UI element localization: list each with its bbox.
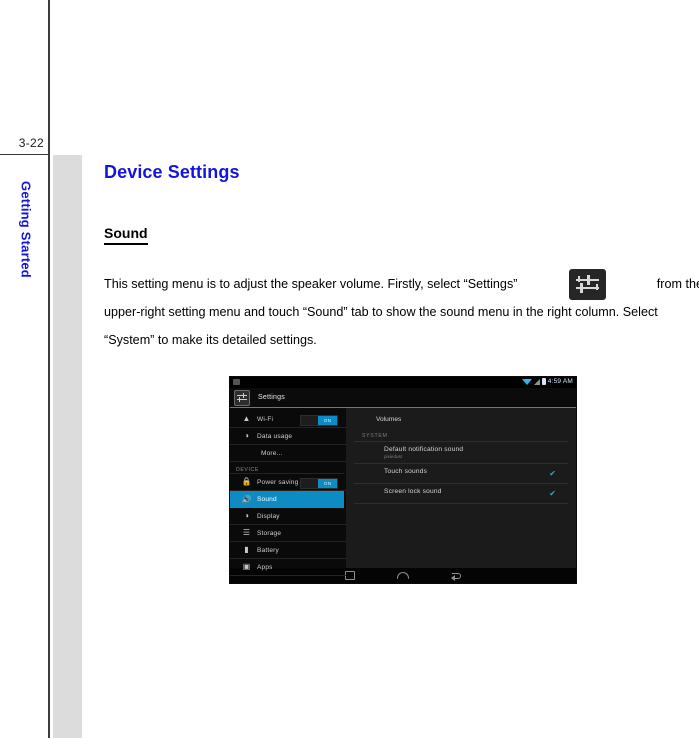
- settings-sidebar: ▲ Wi-Fi ON ◑ Data usage More... DEVICE 🔒…: [230, 408, 346, 576]
- page-horizontal-rule: [0, 154, 50, 155]
- storage-icon: ☰: [242, 528, 251, 537]
- chapter-tab-label: Getting Started: [18, 181, 34, 278]
- sidebar-item-label: Sound: [257, 496, 277, 503]
- screenshot-icon: [233, 379, 240, 385]
- wifi-toggle[interactable]: ON: [300, 415, 338, 426]
- data-usage-icon: ◑: [244, 431, 249, 440]
- page-number: 3-22: [18, 136, 44, 150]
- settings-app-title: Settings: [258, 394, 285, 401]
- status-bar-indicators: 4:59 AM: [521, 378, 573, 385]
- paragraph-text-b: from the: [656, 277, 699, 291]
- power-saving-toggle[interactable]: ON: [300, 478, 338, 489]
- power-saving-toggle-state: ON: [318, 479, 337, 488]
- page-vertical-rule: [48, 0, 50, 738]
- chapter-side-strip: [53, 155, 82, 738]
- body-paragraph-line3: “System” to make its detailed settings.: [104, 333, 317, 347]
- settings-sliders-icon: [568, 269, 606, 300]
- sound-settings-pane: Volumes SYSTEM Default notification soun…: [346, 408, 576, 568]
- screen-lock-sound-checkbox[interactable]: ✔: [549, 489, 556, 498]
- list-item-touch-sounds[interactable]: Touch sounds ✔: [354, 464, 568, 484]
- tablet-screenshot: 4:59 AM Settings ▲ Wi-Fi ON ◑ Data usage: [229, 376, 577, 584]
- settings-body: ▲ Wi-Fi ON ◑ Data usage More... DEVICE 🔒…: [230, 408, 576, 576]
- apps-icon: ▣: [242, 562, 251, 571]
- home-icon[interactable]: [397, 572, 409, 579]
- sidebar-item-data-usage[interactable]: ◑ Data usage: [230, 428, 346, 445]
- list-item-title: Screen lock sound: [384, 488, 442, 495]
- list-item-screen-lock-sound[interactable]: Screen lock sound ✔: [354, 484, 568, 504]
- list-item-subtitle: pixiedust: [384, 454, 403, 459]
- sidebar-item-label: Display: [257, 512, 280, 520]
- sidebar-item-label: Apps: [257, 563, 273, 571]
- sidebar-item-label: More...: [261, 449, 283, 457]
- sidebar-item-more[interactable]: More...: [230, 445, 346, 462]
- status-bar-clock: 4:59 AM: [547, 378, 573, 385]
- battery-icon: ▮: [244, 545, 249, 554]
- wifi-icon: [521, 378, 532, 385]
- touch-sounds-checkbox[interactable]: ✔: [549, 469, 556, 478]
- sound-icon: 🔊: [241, 494, 252, 504]
- sidebar-item-power-saving[interactable]: 🔒 Power saving ON: [230, 474, 346, 491]
- recents-icon[interactable]: [345, 571, 355, 580]
- android-status-bar: 4:59 AM: [230, 377, 576, 388]
- sidebar-item-display[interactable]: ◑ Display: [230, 508, 346, 525]
- display-icon: ◑: [244, 511, 249, 520]
- system-group-header: SYSTEM: [354, 430, 568, 442]
- wifi-icon: ▲: [242, 414, 251, 423]
- sidebar-item-wifi[interactable]: ▲ Wi-Fi ON: [230, 411, 346, 428]
- list-item-title: Default notification sound: [384, 446, 464, 453]
- body-paragraph-line1: This setting menu is to adjust the speak…: [104, 269, 699, 300]
- sidebar-item-label: Battery: [257, 546, 279, 554]
- sidebar-item-label: Power saving: [257, 478, 299, 486]
- paragraph-text-a: This setting menu is to adjust the speak…: [104, 277, 518, 291]
- power-saving-icon: 🔒: [241, 477, 252, 486]
- battery-icon: [541, 378, 546, 385]
- sidebar-item-apps[interactable]: ▣ Apps: [230, 559, 346, 576]
- body-paragraph-line2: upper-right setting menu and touch “Soun…: [104, 305, 658, 319]
- back-icon[interactable]: [451, 572, 461, 581]
- list-item-title: Touch sounds: [384, 468, 428, 475]
- settings-title-bar: Settings: [230, 388, 576, 408]
- wifi-toggle-state: ON: [318, 416, 337, 425]
- settings-sliders-icon: [234, 389, 250, 406]
- sidebar-item-label: Wi-Fi: [257, 415, 274, 423]
- page-title: Device Settings: [104, 162, 240, 182]
- volumes-header[interactable]: Volumes: [346, 408, 576, 430]
- list-item-default-notification-sound[interactable]: Default notification sound pixiedust: [354, 442, 568, 464]
- sidebar-item-sound[interactable]: 🔊 Sound: [230, 491, 344, 508]
- section-heading: Sound: [104, 225, 148, 245]
- sidebar-item-battery[interactable]: ▮ Battery: [230, 542, 346, 559]
- sidebar-item-label: Data usage: [257, 432, 293, 440]
- sidebar-item-label: Storage: [257, 529, 282, 537]
- sidebar-item-storage[interactable]: ☰ Storage: [230, 525, 346, 542]
- sidebar-group-device: DEVICE: [230, 462, 344, 474]
- signal-icon: [533, 378, 540, 385]
